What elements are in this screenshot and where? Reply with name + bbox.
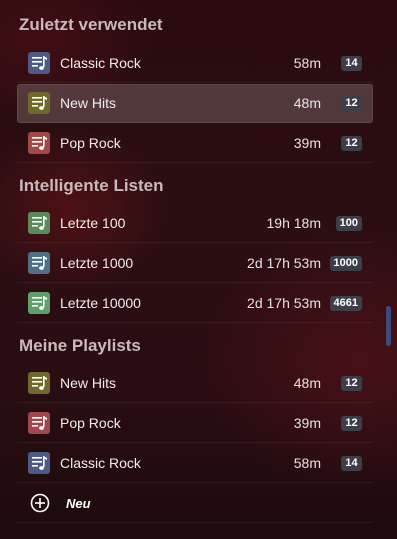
track-count-badge: 12 [341,136,362,151]
track-count-badge: 1000 [329,256,362,271]
track-count-badge: 4661 [329,296,362,311]
track-count-badge: 14 [341,56,362,71]
playlist-icon [28,412,50,434]
playlist-icon [28,52,50,74]
playlist-name: Letzte 1000 [60,255,134,271]
playlist-icon [28,92,50,114]
playlist-row-classic-rock[interactable]: Classic Rock 58m 14 [17,44,373,83]
section-title-recent: Zuletzt verwendet [19,15,163,34]
section-title-mine: Meine Playlists [19,336,141,355]
playlist-duration: 58m [293,455,321,471]
playlist-duration: 58m [293,55,321,71]
playlist-icon [28,372,50,394]
new-playlist-label: Neu [66,496,91,511]
playlist-row-new-hits[interactable]: New Hits 48m 12 [17,364,373,403]
playlist-icon [28,132,50,154]
playlist-name: New Hits [60,375,117,391]
playlist-row-pop-rock[interactable]: Pop Rock 39m 12 [17,404,373,443]
playlist-row-letzte-100[interactable]: Letzte 100 19h 18m 100 [17,204,373,243]
playlist-icon [28,292,50,314]
playlist-name: Classic Rock [60,55,141,71]
playlist-duration: 2d 17h 53m [247,255,321,271]
section-title-smart: Intelligente Listen [19,176,164,195]
playlist-duration: 19h 18m [266,215,321,231]
track-count-badge: 12 [341,96,362,111]
playlist-duration: 39m [293,415,321,431]
playlist-duration: 48m [293,375,321,391]
playlist-row-letzte-1000[interactable]: Letzte 1000 2d 17h 53m 1000 [17,244,373,283]
playlist-icon [28,452,50,474]
plus-circle-icon [30,493,50,518]
playlist-row-pop-rock[interactable]: Pop Rock 39m 12 [17,124,373,163]
playlist-name: Letzte 10000 [60,295,141,311]
playlist-row-classic-rock[interactable]: Classic Rock 58m 14 [17,444,373,483]
track-count-badge: 100 [335,216,362,231]
playlist-icon [28,212,50,234]
playlist-row-new-hits[interactable]: New Hits 48m 12 [17,84,373,123]
playlist-duration: 48m [293,95,321,111]
playlist-duration: 2d 17h 53m [247,295,321,311]
playlist-name: Pop Rock [60,415,121,431]
playlist-name: Letzte 100 [60,215,126,231]
scrollbar-thumb[interactable] [386,306,391,346]
playlist-row-letzte-10000[interactable]: Letzte 10000 2d 17h 53m 4661 [17,284,373,323]
playlist-name: Pop Rock [60,135,121,151]
track-count-badge: 14 [341,456,362,471]
playlist-name: Classic Rock [60,455,141,471]
playlist-name: New Hits [60,95,117,111]
playlist-icon [28,252,50,274]
new-playlist-button[interactable]: Neu [17,484,373,523]
track-count-badge: 12 [341,416,362,431]
playlist-duration: 39m [293,135,321,151]
track-count-badge: 12 [341,376,362,391]
